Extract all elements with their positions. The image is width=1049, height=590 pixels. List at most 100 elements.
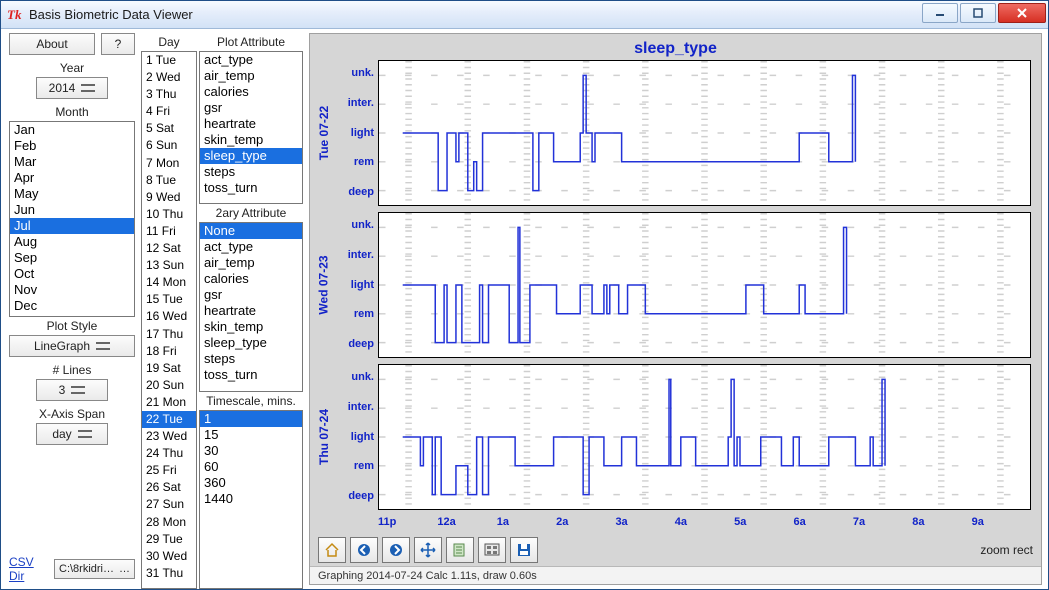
list-item[interactable]: sleep_type [200,148,302,164]
list-item[interactable]: steps [200,164,302,180]
num-lines-selector[interactable]: 3 [36,379,108,401]
save-icon[interactable] [510,537,538,563]
list-item[interactable]: act_type [200,239,302,255]
back-icon[interactable] [350,537,378,563]
list-item[interactable]: Jul [10,218,134,234]
list-item[interactable]: 14 Mon [142,274,196,291]
csv-dir-link[interactable]: CSV Dir [9,555,50,583]
list-item[interactable]: 2 Wed [142,69,196,86]
controls-panel: About ? Year 2014 Month JanFebMarAprMayJ… [1,29,141,589]
list-item[interactable]: calories [200,271,302,287]
list-item[interactable]: act_type [200,52,302,68]
list-item[interactable]: 31 Thu [142,565,196,582]
list-item[interactable]: Aug [10,234,134,250]
list-item[interactable]: 4 Fri [142,103,196,120]
minimize-button[interactable] [922,3,958,23]
list-item[interactable]: Mar [10,154,134,170]
chart-plot[interactable] [378,212,1031,358]
help-button[interactable]: ? [101,33,135,55]
list-item[interactable]: 3 Thu [142,86,196,103]
chart-plot[interactable] [378,60,1031,206]
list-item[interactable]: 12 Sat [142,240,196,257]
list-item[interactable]: 23 Wed [142,428,196,445]
list-item[interactable]: 15 [200,427,302,443]
list-item[interactable]: calories [200,84,302,100]
month-label: Month [9,105,135,119]
list-item[interactable]: 16 Wed [142,308,196,325]
list-item[interactable]: 28 Mon [142,514,196,531]
list-item[interactable]: 360 [200,475,302,491]
chart-row: Thu 07-24unk.inter.lightremdeep [314,364,1031,510]
day-list[interactable]: 1 Tue2 Wed3 Thu4 Fri5 Sat6 Sun7 Mon8 Tue… [141,51,197,589]
plot-style-selector[interactable]: LineGraph [9,335,135,357]
list-item[interactable]: 7 Mon [142,155,196,172]
list-item[interactable]: sleep_type [200,335,302,351]
list-item[interactable]: gsr [200,100,302,116]
list-item[interactable]: Apr [10,170,134,186]
list-item[interactable]: 18 Fri [142,343,196,360]
csv-path-selector[interactable]: C:\8rkidrives … [54,559,135,579]
list-item[interactable]: 25 Fri [142,462,196,479]
list-item[interactable]: 5 Sat [142,120,196,137]
timescale-list[interactable]: 11530603601440 [199,410,303,589]
list-item[interactable]: heartrate [200,116,302,132]
list-item[interactable]: Sep [10,250,134,266]
list-item[interactable]: 20 Sun [142,377,196,394]
list-item[interactable]: 13 Sun [142,257,196,274]
close-button[interactable] [998,3,1046,23]
list-item[interactable]: toss_turn [200,180,302,196]
list-item[interactable]: heartrate [200,303,302,319]
list-item[interactable]: 19 Sat [142,360,196,377]
list-item[interactable]: 6 Sun [142,137,196,154]
list-item[interactable]: Jan [10,122,134,138]
home-icon[interactable] [318,537,346,563]
list-item[interactable]: 8 Tue [142,172,196,189]
list-item[interactable]: skin_temp [200,132,302,148]
list-item[interactable]: Dec [10,298,134,314]
list-item[interactable]: 1 Tue [142,52,196,69]
list-item[interactable]: air_temp [200,255,302,271]
list-item[interactable]: 24 Thu [142,445,196,462]
list-item[interactable]: gsr [200,287,302,303]
list-item[interactable]: 15 Tue [142,291,196,308]
list-item[interactable]: 9 Wed [142,189,196,206]
list-item[interactable]: 60 [200,459,302,475]
list-item[interactable]: skin_temp [200,319,302,335]
list-item[interactable]: None [200,223,302,239]
list-item[interactable]: May [10,186,134,202]
list-item[interactable]: 17 Thu [142,326,196,343]
list-item[interactable]: 11 Fri [142,223,196,240]
pan-icon[interactable] [414,537,442,563]
sec-attr-list[interactable]: Noneact_typeair_tempcaloriesgsrheartrate… [199,222,303,392]
list-item[interactable]: 30 [200,443,302,459]
month-list[interactable]: JanFebMarAprMayJunJulAugSepOctNovDec [9,121,135,317]
list-item[interactable]: Jun [10,202,134,218]
list-item[interactable]: toss_turn [200,367,302,383]
zoom-icon[interactable] [446,537,474,563]
forward-icon[interactable] [382,537,410,563]
list-item[interactable]: 29 Tue [142,531,196,548]
about-button[interactable]: About [9,33,95,55]
year-selector[interactable]: 2014 [36,77,108,99]
list-item[interactable]: 10 Thu [142,206,196,223]
list-item[interactable]: 21 Mon [142,394,196,411]
x-span-selector[interactable]: day [36,423,108,445]
list-item[interactable]: Feb [10,138,134,154]
subplots-icon[interactable] [478,537,506,563]
chart-day-label: Wed 07-23 [314,212,334,358]
figure-toolbar: zoom rect [310,536,1041,566]
list-item[interactable]: Oct [10,266,134,282]
list-item[interactable]: 30 Wed [142,548,196,565]
plot-attr-list[interactable]: act_typeair_tempcaloriesgsrheartrateskin… [199,51,303,204]
list-item[interactable]: Nov [10,282,134,298]
maximize-button[interactable] [960,3,996,23]
list-item[interactable]: 1440 [200,491,302,507]
list-item[interactable]: steps [200,351,302,367]
list-item[interactable]: air_temp [200,68,302,84]
list-item[interactable]: 1 [200,411,302,427]
plot-title: sleep_type [310,34,1041,60]
chart-plot[interactable] [378,364,1031,510]
list-item[interactable]: 27 Sun [142,496,196,513]
list-item[interactable]: 22 Tue [142,411,196,428]
list-item[interactable]: 26 Sat [142,479,196,496]
